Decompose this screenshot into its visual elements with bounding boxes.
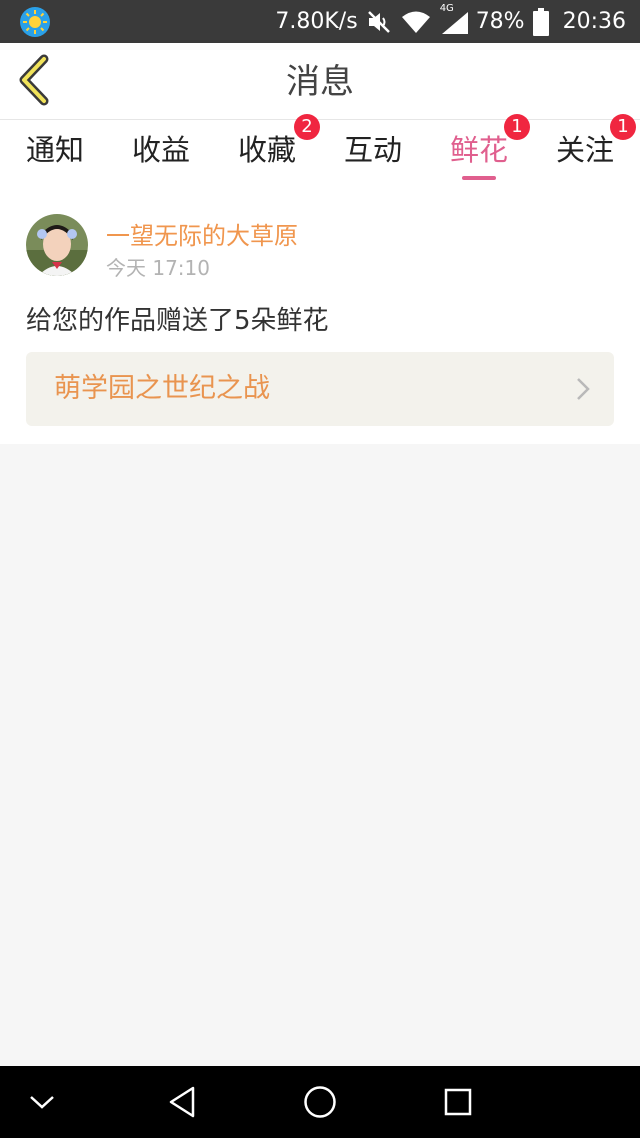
- signal-icon: 4G: [440, 0, 468, 43]
- tab-flowers[interactable]: 鲜花 1: [426, 114, 532, 186]
- tab-label: 收益: [131, 133, 190, 167]
- clock: 20:36: [562, 9, 626, 34]
- battery-icon: [532, 7, 549, 36]
- tab-label: 鲜花: [449, 133, 508, 167]
- network-speed: 7.80K/s: [275, 9, 358, 34]
- tab-following[interactable]: 关注 1: [532, 114, 638, 186]
- wifi-icon: [401, 11, 430, 33]
- avatar[interactable]: [26, 214, 88, 276]
- back-chevron-icon: [19, 54, 49, 106]
- back-button[interactable]: [14, 53, 68, 109]
- nav-recents-button[interactable]: [418, 1066, 498, 1138]
- message-text: 给您的作品赠送了5朵鲜花: [26, 306, 329, 336]
- tab-label: 通知: [25, 133, 84, 167]
- sun-app-icon: [20, 7, 50, 37]
- nav-collapse-button[interactable]: [2, 1066, 82, 1138]
- tab-label: 关注: [555, 133, 614, 167]
- tab-label: 收藏: [237, 133, 296, 167]
- tab-earnings[interactable]: 收益: [108, 120, 214, 186]
- mute-icon: [367, 10, 390, 33]
- triangle-back-icon: [169, 1086, 195, 1118]
- tab-favorites[interactable]: 收藏 2: [214, 114, 320, 186]
- chevron-down-icon: [30, 1096, 54, 1109]
- system-nav-bar: [0, 1066, 640, 1138]
- tab-interactions[interactable]: 互动: [320, 120, 426, 186]
- active-tab-indicator: [462, 176, 496, 180]
- message-time: 今天 17:10: [106, 256, 210, 280]
- nav-back-button[interactable]: [142, 1066, 222, 1138]
- work-link[interactable]: 萌学园之世纪之战: [26, 352, 614, 426]
- status-bar: 7.80K/s 4G 78% 20:36: [0, 0, 640, 43]
- tab-badge-following: 1: [610, 114, 636, 140]
- page-title: 消息: [286, 62, 354, 102]
- tab-label: 互动: [343, 133, 402, 167]
- circle-home-icon: [304, 1086, 336, 1118]
- square-recent-icon: [444, 1088, 472, 1116]
- message-item: 一望无际的大草原 今天 17:10 给您的作品赠送了5朵鲜花 萌学园之世纪之战: [0, 186, 640, 444]
- nav-home-button[interactable]: [280, 1066, 360, 1138]
- tab-notifications[interactable]: 通知: [2, 120, 108, 186]
- work-title: 萌学园之世纪之战: [54, 373, 270, 404]
- tab-badge-favorites: 2: [294, 114, 320, 140]
- top-bar: 消息: [0, 43, 640, 120]
- battery-percent: 78%: [475, 9, 525, 34]
- chevron-right-icon: [577, 378, 590, 400]
- tab-bar: 通知 收益 收藏 2 互动 鲜花 1 关注 1: [0, 114, 640, 186]
- sender-name[interactable]: 一望无际的大草原: [106, 216, 298, 251]
- tab-badge-flowers: 1: [504, 114, 530, 140]
